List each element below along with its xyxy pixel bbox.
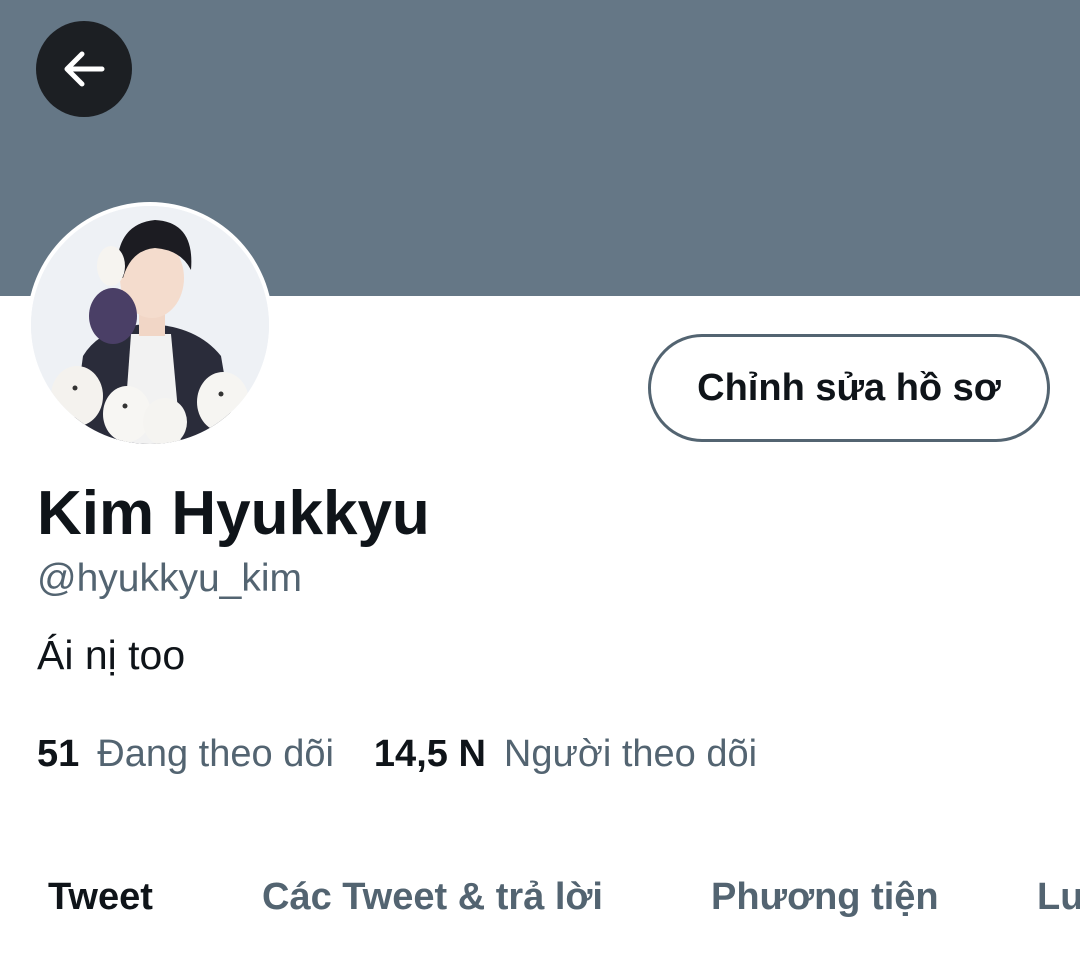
user-handle: @hyukkyu_kim <box>37 557 303 600</box>
profile-page: Chỉnh sửa hồ sơ Kim Hyukkyu @hyukkyu_kim… <box>0 0 1080 958</box>
following-link[interactable]: 51 Đang theo dõi <box>37 731 334 777</box>
profile-bio: Ái nị too <box>37 632 186 678</box>
avatar-border <box>27 202 273 448</box>
display-name: Kim Hyukkyu <box>37 479 430 548</box>
follow-stats: 51 Đang theo dõi 14,5 N Người theo dõi <box>37 731 757 777</box>
following-label: Đang theo dõi <box>97 733 334 775</box>
profile-tabs: Tweet Các Tweet & trả lời Phương tiện Lư… <box>0 860 1080 940</box>
tab-media[interactable]: Phương tiện <box>711 874 939 920</box>
back-button[interactable] <box>36 21 132 117</box>
avatar[interactable] <box>31 206 269 444</box>
following-count: 51 <box>37 733 80 775</box>
followers-count: 14,5 N <box>373 733 486 775</box>
tab-tweets[interactable]: Tweet <box>48 874 153 920</box>
arrow-left-icon <box>64 51 105 87</box>
tab-tweets-and-replies[interactable]: Các Tweet & trả lời <box>262 874 603 920</box>
followers-link[interactable]: 14,5 N Người theo dõi <box>374 731 757 777</box>
followers-label: Người theo dõi <box>503 733 758 775</box>
tab-likes[interactable]: Lượt thích <box>1037 874 1080 920</box>
avatar-image <box>31 206 269 444</box>
edit-profile-button[interactable]: Chỉnh sửa hồ sơ <box>648 334 1050 442</box>
